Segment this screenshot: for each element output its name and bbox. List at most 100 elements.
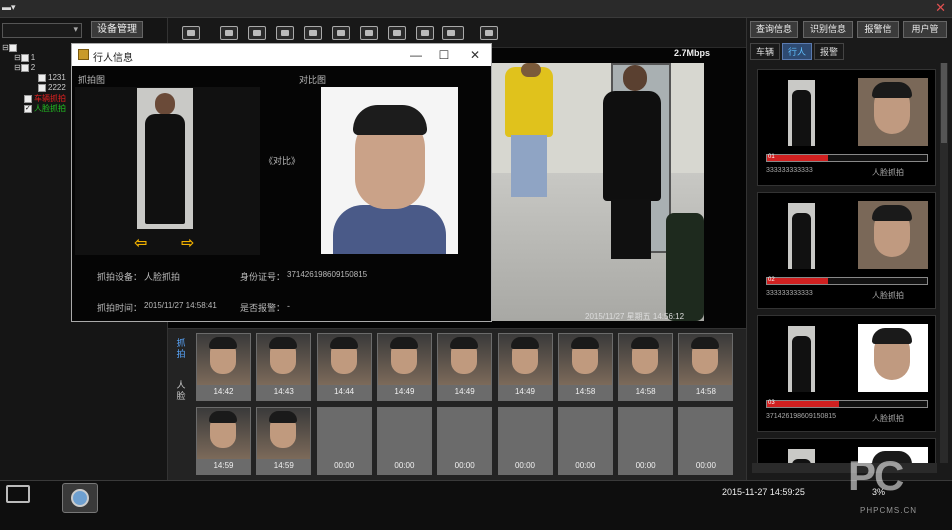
face-image — [858, 201, 928, 269]
id-number-label: 身份证号： — [240, 272, 286, 282]
device-combo[interactable]: ▾ — [2, 23, 82, 38]
window-icon[interactable] — [388, 26, 406, 40]
card-index: 01 — [768, 154, 775, 160]
camera-lens-icon[interactable] — [62, 483, 98, 513]
tree-node-1[interactable]: ⊟ 1 — [14, 53, 35, 62]
tab-vehicle[interactable]: 车辆 — [750, 43, 780, 60]
thumbnail-image — [498, 334, 552, 385]
thumbnail-time: 00:00 — [334, 461, 355, 470]
tree-node-1231[interactable]: 1231 — [38, 73, 66, 82]
thumbnail-image — [438, 334, 492, 385]
close-icon[interactable]: ✕ — [935, 0, 946, 16]
user-manage-button[interactable]: 用户管 — [903, 21, 947, 38]
thumbnail-image — [377, 334, 431, 385]
thumbnail-time: 14:42 — [213, 387, 234, 396]
thumbnail-time: 14:58 — [635, 387, 656, 396]
app-icon — [78, 49, 89, 60]
result-card[interactable]: 03 371426198609150815 人脸抓拍 — [757, 315, 936, 432]
close-button[interactable]: ✕ — [461, 46, 489, 64]
face-image — [858, 324, 928, 392]
monitor-icon[interactable] — [416, 26, 434, 40]
thumbnail-image — [257, 408, 311, 459]
query-info-button[interactable]: 查询信息 — [750, 21, 798, 38]
similarity-fill — [767, 401, 839, 407]
capture-thumbnail[interactable]: 00:00 — [678, 407, 734, 475]
capture-thumbnail[interactable]: 00:00 — [376, 407, 432, 475]
next-arrow-icon[interactable]: ⇨ — [181, 233, 194, 253]
capture-thumbnail[interactable]: 14:44 — [316, 333, 372, 401]
device-manage-button[interactable]: 设备管理 — [91, 21, 143, 38]
card-type: 人脸抓拍 — [872, 291, 904, 300]
camera-feed[interactable] — [491, 63, 704, 321]
datetime: 2015-11-27 14:59:25 — [722, 487, 805, 497]
monitor-icon[interactable] — [6, 485, 30, 503]
playback-icon[interactable] — [332, 26, 350, 40]
capture-thumbnail[interactable]: 14:49 — [376, 333, 432, 401]
capture-thumbnail[interactable]: 00:00 — [437, 407, 493, 475]
keyboard-icon[interactable] — [442, 26, 464, 40]
snapshot-icon[interactable] — [276, 26, 294, 40]
capture-device-label: 抓拍设备： — [97, 272, 143, 282]
tab-pedestrian[interactable]: 行人 — [782, 43, 812, 60]
capture-thumbnail[interactable]: 00:00 — [316, 407, 372, 475]
capture-thumbnail[interactable]: 14:49 — [437, 333, 493, 401]
camera-icon[interactable] — [220, 26, 238, 40]
record-icon[interactable] — [304, 26, 322, 40]
tab-alarm[interactable]: 报警 — [814, 43, 844, 60]
map-icon[interactable] — [360, 26, 378, 40]
thumbnail-time: 14:58 — [695, 387, 716, 396]
dialog-title: 行人信息 — [93, 53, 133, 64]
thumbnail-time: 00:00 — [635, 461, 656, 470]
menu-icon[interactable]: ▬▾ — [2, 2, 16, 14]
thumbnail-image — [317, 334, 371, 385]
full-body-image — [788, 203, 815, 269]
card-index: 02 — [768, 277, 775, 283]
compare-image-label: 对比图 — [299, 75, 327, 85]
dialog-title-bar[interactable]: 行人信息 — ☐ ✕ — [72, 44, 491, 66]
capture-thumbnail[interactable]: 14:42 — [196, 333, 251, 401]
prev-arrow-icon[interactable]: ⇦ — [134, 233, 147, 253]
tree-node-2222[interactable]: 2222 — [38, 83, 66, 92]
capture-thumbnail[interactable]: 00:00 — [557, 407, 613, 475]
capture-thumbnail[interactable]: 00:00 — [497, 407, 553, 475]
tab-face[interactable]: 人脸 — [174, 380, 188, 404]
similarity-bar: 02 — [766, 277, 928, 285]
thumbnail-time: 14:58 — [575, 387, 596, 396]
capture-thumbnail[interactable]: 00:00 — [618, 407, 674, 475]
similarity-fill — [767, 278, 828, 284]
tree-node-face[interactable]: 人脸抓拍 — [24, 103, 66, 114]
camera-off-icon[interactable] — [248, 26, 266, 40]
status-bar — [0, 480, 952, 530]
fullscreen-icon[interactable] — [480, 26, 498, 40]
alarm-info-button[interactable]: 报警信 — [857, 21, 899, 38]
capture-thumbnail[interactable]: 14:43 — [256, 333, 312, 401]
maximize-button[interactable]: ☐ — [430, 46, 458, 64]
layout-icon[interactable] — [182, 26, 200, 40]
capture-thumbnail[interactable]: 14:59 — [256, 407, 312, 475]
capture-thumbnail[interactable]: 14:58 — [557, 333, 613, 401]
chevron-down-icon[interactable]: ▾ — [73, 24, 78, 35]
tab-capture[interactable]: 抓拍 — [174, 338, 188, 362]
capture-thumbnail[interactable]: 14:58 — [618, 333, 674, 401]
capture-thumbnail[interactable]: 14:58 — [678, 333, 734, 401]
tree-root[interactable]: ⊟ — [2, 43, 19, 52]
capture-thumbnail[interactable]: 14:49 — [497, 333, 553, 401]
thumbnail-image — [679, 334, 733, 385]
thumbnail-time: 14:49 — [394, 387, 415, 396]
similarity-bar: 01 — [766, 154, 928, 162]
thumbnail-time: 00:00 — [454, 461, 475, 470]
result-card[interactable]: 01 333333333333 人脸抓拍 — [757, 69, 936, 186]
thumbnail-image — [317, 408, 371, 459]
vertical-scrollbar[interactable] — [940, 63, 948, 463]
recognition-info-button[interactable]: 识别信息 — [803, 21, 853, 38]
capture-thumbnail[interactable]: 14:59 — [196, 407, 251, 475]
thumbnail-image — [498, 408, 552, 459]
tree-node-2[interactable]: ⊟ 2 — [14, 63, 35, 72]
card-type: 人脸抓拍 — [872, 168, 904, 177]
thumbnail-time: 00:00 — [394, 461, 415, 470]
minimize-button[interactable]: — — [402, 46, 430, 64]
result-card[interactable]: 02 333333333333 人脸抓拍 — [757, 192, 936, 309]
alarm-value: - — [287, 301, 290, 311]
compare-center-label: 《对比》 — [264, 156, 301, 166]
full-body-image — [788, 80, 815, 146]
